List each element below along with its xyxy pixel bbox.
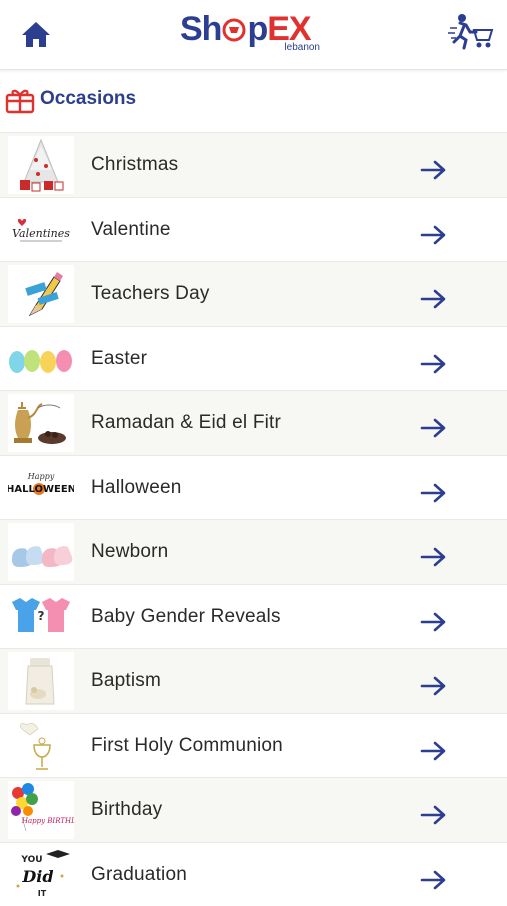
list-item-label: Christmas bbox=[91, 154, 178, 176]
arrow-right-icon[interactable] bbox=[420, 159, 448, 181]
list-item-easter[interactable]: Easter bbox=[0, 326, 507, 391]
halloween-thumb-top-text: Happy bbox=[27, 472, 55, 481]
valentine-thumbnail: Valentines bbox=[8, 201, 74, 259]
list-item-label: Ramadan & Eid el Fitr bbox=[91, 412, 281, 434]
running-cart-icon bbox=[448, 12, 496, 52]
list-item-halloween[interactable]: Happy HALLOWEEN Halloween bbox=[0, 455, 507, 520]
app-header: ShpEX lebanon bbox=[0, 0, 507, 70]
arrow-right-icon[interactable] bbox=[420, 740, 448, 762]
gender-reveal-thumbnail: ? bbox=[8, 588, 74, 646]
list-item-label: Valentine bbox=[91, 219, 171, 241]
logo-subtitle: lebanon bbox=[284, 42, 320, 53]
list-item-label: Newborn bbox=[91, 541, 168, 563]
arrow-right-icon[interactable] bbox=[420, 804, 448, 826]
occasion-list: Christmas Valentines Valentine Teachers … bbox=[0, 132, 507, 906]
shopex-logo[interactable]: ShpEX lebanon bbox=[178, 8, 328, 60]
list-item-label: Graduation bbox=[91, 864, 187, 886]
arrow-right-icon[interactable] bbox=[420, 611, 448, 633]
list-item-birthday[interactable]: Happy BIRTHDAY Birthday bbox=[0, 777, 507, 842]
birthday-thumb-text: Happy BIRTHDAY bbox=[21, 817, 74, 825]
cart-o-logo-icon bbox=[221, 10, 247, 46]
list-item-label: Halloween bbox=[91, 477, 182, 499]
halloween-thumbnail: Happy HALLOWEEN bbox=[8, 459, 74, 517]
list-item-label: Teachers Day bbox=[91, 283, 210, 305]
home-icon bbox=[18, 17, 54, 53]
teachers-day-thumbnail bbox=[8, 265, 74, 323]
christmas-thumbnail bbox=[8, 136, 74, 194]
arrow-right-icon[interactable] bbox=[420, 288, 448, 310]
grad-thumb-mid: Did bbox=[21, 867, 53, 886]
list-item-graduation[interactable]: YOU Did IT Graduation bbox=[0, 842, 507, 906]
section-title: Occasions bbox=[40, 88, 136, 110]
grad-thumb-bot: IT bbox=[38, 889, 47, 898]
list-item-label: Baby Gender Reveals bbox=[91, 606, 281, 628]
home-button[interactable] bbox=[18, 17, 54, 53]
list-item-christmas[interactable]: Christmas bbox=[0, 132, 507, 197]
list-item-newborn[interactable]: Newborn bbox=[0, 519, 507, 584]
arrow-right-icon[interactable] bbox=[420, 675, 448, 697]
valentine-thumb-text: Valentines bbox=[12, 227, 70, 240]
list-item-baptism[interactable]: Baptism bbox=[0, 648, 507, 713]
list-item-teachers-day[interactable]: Teachers Day bbox=[0, 261, 507, 326]
list-item-first-communion[interactable]: First Holy Communion bbox=[0, 713, 507, 778]
gift-icon bbox=[5, 86, 35, 114]
ramadan-thumbnail bbox=[8, 394, 74, 452]
graduation-thumbnail: YOU Did IT bbox=[8, 846, 74, 904]
arrow-right-icon[interactable] bbox=[420, 482, 448, 504]
birthday-thumbnail: Happy BIRTHDAY bbox=[8, 781, 74, 839]
list-item-label: Baptism bbox=[91, 670, 161, 692]
list-item-label: First Holy Communion bbox=[91, 735, 283, 757]
easter-thumbnail bbox=[8, 330, 74, 388]
svg-text:?: ? bbox=[38, 609, 45, 623]
communion-thumbnail bbox=[8, 717, 74, 775]
list-item-label: Birthday bbox=[91, 799, 162, 821]
list-item-gender-reveal[interactable]: ? Baby Gender Reveals bbox=[0, 584, 507, 649]
list-item-label: Easter bbox=[91, 348, 147, 370]
list-item-valentine[interactable]: Valentines Valentine bbox=[0, 197, 507, 262]
cart-button[interactable] bbox=[448, 12, 496, 52]
newborn-thumbnail bbox=[8, 523, 74, 581]
arrow-right-icon[interactable] bbox=[420, 224, 448, 246]
arrow-right-icon[interactable] bbox=[420, 869, 448, 891]
grad-thumb-top: YOU bbox=[20, 855, 42, 865]
arrow-right-icon[interactable] bbox=[420, 417, 448, 439]
baptism-thumbnail bbox=[8, 652, 74, 710]
arrow-right-icon[interactable] bbox=[420, 546, 448, 568]
halloween-thumb-text: HALLOWEEN bbox=[8, 484, 74, 495]
arrow-right-icon[interactable] bbox=[420, 353, 448, 375]
list-item-ramadan[interactable]: Ramadan & Eid el Fitr bbox=[0, 390, 507, 455]
